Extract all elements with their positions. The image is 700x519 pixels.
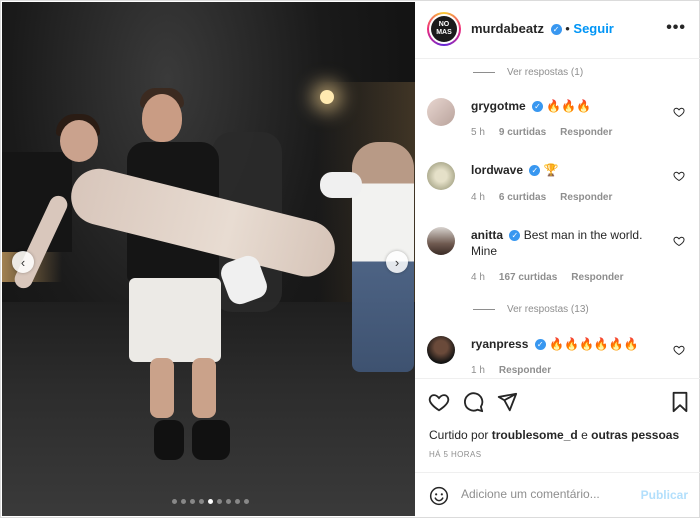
carousel-dots — [172, 499, 249, 504]
comment-text: 🔥🔥🔥🔥🔥🔥 — [549, 337, 639, 351]
post-actions: Curtido por troublesome_d e outras pesso… — [415, 378, 700, 473]
reply-button[interactable]: Responder — [499, 365, 551, 376]
carousel-dot — [208, 499, 213, 504]
comment-icon[interactable] — [462, 391, 484, 413]
carousel-dot — [244, 499, 249, 504]
replies-line — [473, 72, 495, 73]
liked-prefix: Curtido por — [429, 428, 489, 442]
post-photo[interactable]: ‹ › — [2, 2, 415, 516]
emoji-icon[interactable] — [429, 486, 449, 506]
verified-badge-icon: ✓ — [532, 101, 544, 113]
avatar[interactable]: NO MAS — [427, 12, 461, 46]
carousel-dot — [181, 499, 186, 504]
comment-body: lordwave ✓ 🏆 — [471, 162, 671, 178]
comment-meta: 4 h 167 curtidas Responder — [471, 272, 624, 283]
liked-user-link[interactable]: troublesome_d — [492, 428, 578, 442]
add-comment-bar: Publicar — [415, 472, 700, 519]
comment-meta: 4 h 6 curtidas Responder — [471, 192, 612, 203]
carousel-dot — [226, 499, 231, 504]
photo-man-shoe — [192, 420, 230, 460]
comment-username[interactable]: anitta — [471, 228, 503, 242]
replies-line — [473, 309, 495, 310]
more-options-icon[interactable]: ••• — [666, 19, 686, 37]
view-replies-button[interactable]: Ver respostas (1) — [473, 67, 583, 78]
verified-badge-icon: ✓ — [534, 339, 546, 351]
liked-conjunction: e — [581, 428, 588, 442]
comment-likes[interactable]: 6 curtidas — [499, 192, 546, 203]
photo-woman-head — [60, 120, 98, 162]
carousel-prev-button[interactable]: ‹ — [12, 251, 34, 273]
carousel-dot — [172, 499, 177, 504]
comment-username[interactable]: grygotme — [471, 99, 526, 113]
comments-list[interactable]: Ver respostas (1) grygotme ✓ 🔥🔥🔥 5 h 9 c… — [415, 59, 700, 377]
username-link[interactable]: murdabeatz — [471, 21, 544, 36]
share-icon[interactable] — [496, 391, 518, 413]
comment-time: 4 h — [471, 272, 485, 283]
carousel-dot — [217, 499, 222, 504]
comment-time: 5 h — [471, 127, 485, 138]
comment-text: 🔥🔥🔥 — [546, 99, 592, 113]
comment-time: 1 h — [471, 365, 485, 376]
like-heart-icon[interactable] — [673, 344, 685, 356]
liked-others-link[interactable]: outras pessoas — [591, 428, 679, 442]
post-side-panel: NO MAS murdabeatz ✓ • Seguir ••• Ver res… — [415, 0, 700, 518]
liked-by-text: Curtido por troublesome_d e outras pesso… — [429, 428, 679, 442]
comment-text: 🏆 — [543, 163, 559, 177]
comment-input[interactable] — [461, 487, 631, 501]
reply-button[interactable]: Responder — [560, 192, 612, 203]
comment-meta: 5 h 9 curtidas Responder — [471, 127, 612, 138]
save-bookmark-icon[interactable] — [669, 391, 691, 413]
photo-man-shoe — [154, 420, 184, 460]
publish-button[interactable]: Publicar — [641, 488, 688, 502]
comment-avatar[interactable] — [427, 336, 455, 364]
like-heart-icon[interactable] — [673, 235, 685, 247]
photo-man-head — [142, 94, 182, 142]
view-replies-label: Ver respostas (13) — [507, 304, 589, 315]
reply-button[interactable]: Responder — [560, 127, 612, 138]
verified-badge-icon: ✓ — [550, 24, 562, 36]
carousel-dot — [199, 499, 204, 504]
like-heart-icon[interactable] — [673, 170, 685, 182]
photo-man-leg — [192, 358, 216, 418]
view-replies-button[interactable]: Ver respostas (13) — [473, 304, 589, 315]
comment-avatar[interactable] — [427, 227, 455, 255]
avatar-border: NO MAS — [429, 14, 459, 44]
carousel-dot — [235, 499, 240, 504]
header-separator: • — [565, 21, 570, 36]
verified-badge-icon: ✓ — [529, 165, 541, 177]
photo-man-leg — [150, 358, 174, 418]
comment-body: anitta ✓ Best man in the world. Mine — [471, 227, 671, 259]
like-heart-icon[interactable] — [673, 106, 685, 118]
comment-time: 4 h — [471, 192, 485, 203]
carousel-next-button[interactable]: › — [386, 251, 408, 273]
comment-avatar[interactable] — [427, 98, 455, 126]
post-timestamp[interactable]: HÁ 5 HORAS — [429, 450, 481, 459]
carousel-dot — [190, 499, 195, 504]
follow-button[interactable]: Seguir — [573, 21, 613, 36]
comment-avatar[interactable] — [427, 162, 455, 190]
view-replies-label: Ver respostas (1) — [507, 67, 584, 78]
photo-man-shorts — [129, 278, 221, 362]
comment-username[interactable]: ryanpress — [471, 337, 528, 351]
like-icon[interactable] — [428, 391, 450, 413]
comment-username[interactable]: lordwave — [471, 163, 523, 177]
comment-likes[interactable]: 167 curtidas — [499, 272, 557, 283]
reply-button[interactable]: Responder — [571, 272, 623, 283]
comment-body: grygotme ✓ 🔥🔥🔥 — [471, 98, 671, 114]
verified-badge-icon: ✓ — [509, 230, 521, 242]
header-user-row: murdabeatz ✓ • Seguir — [471, 21, 614, 36]
photo-woman-shoe — [320, 172, 362, 198]
comment-likes[interactable]: 9 curtidas — [499, 127, 546, 138]
comment-meta: 1 h Responder — [471, 365, 551, 376]
photo-lamp — [320, 90, 334, 104]
comment-body: ryanpress ✓ 🔥🔥🔥🔥🔥🔥 — [471, 336, 671, 352]
post-header: NO MAS murdabeatz ✓ • Seguir ••• — [415, 0, 700, 59]
avatar-image: NO MAS — [431, 16, 457, 42]
